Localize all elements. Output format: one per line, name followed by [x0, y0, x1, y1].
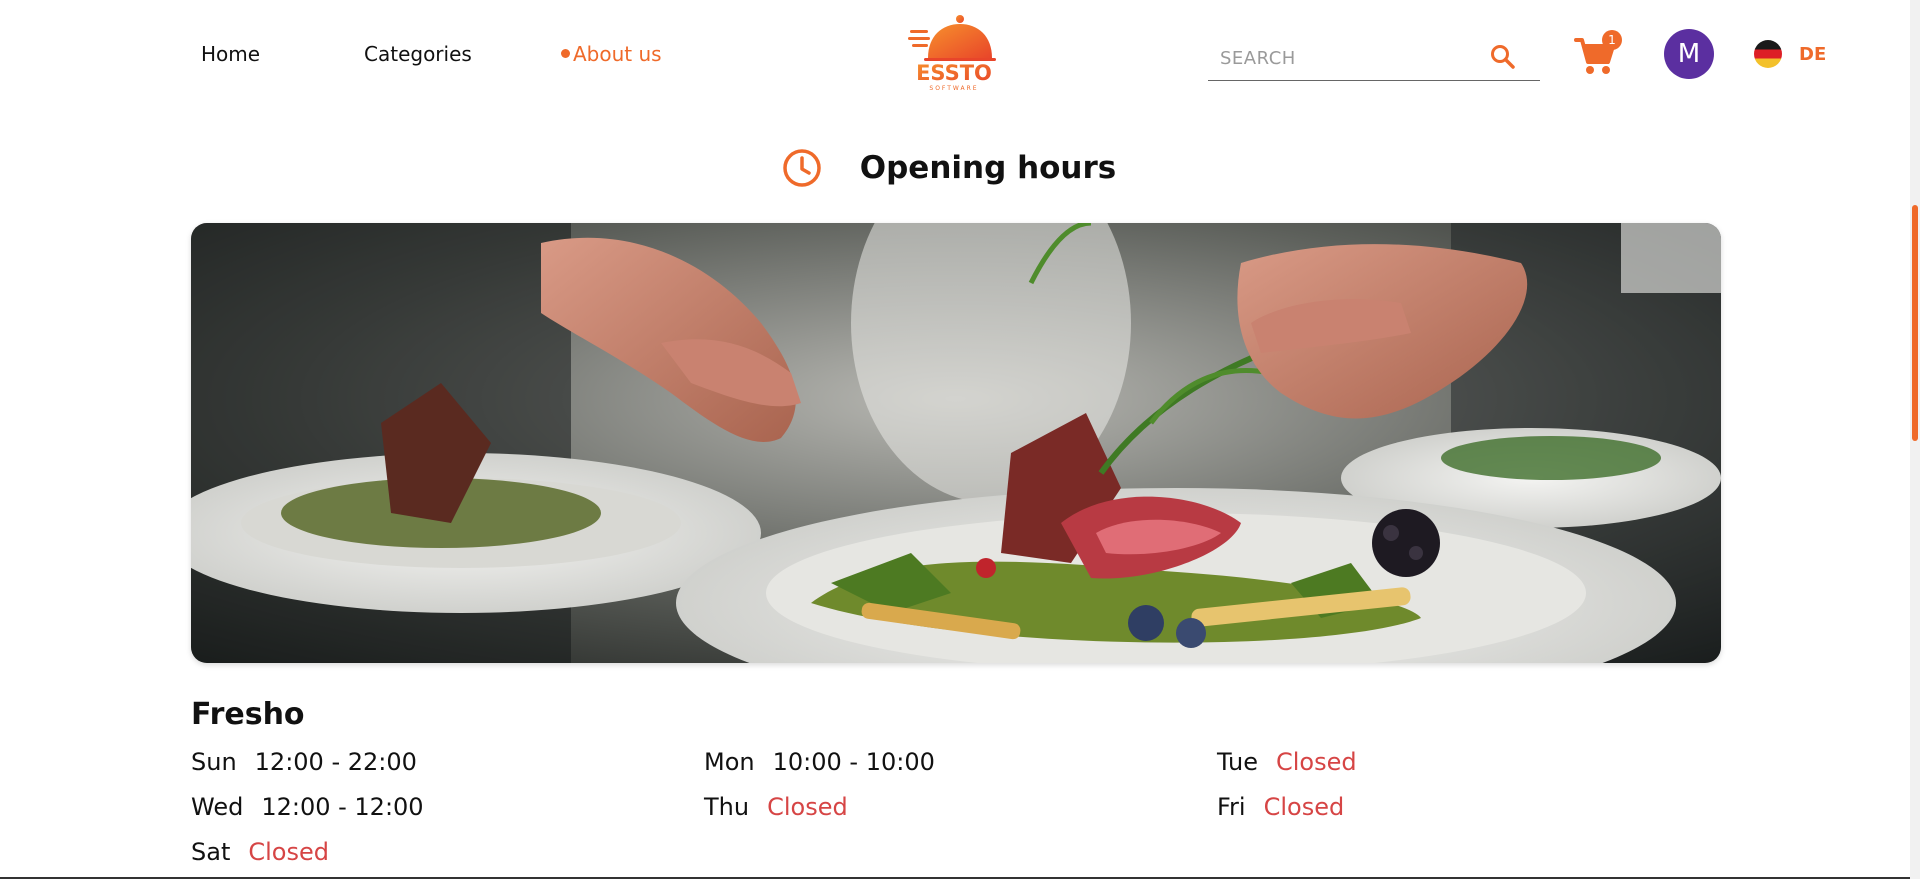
- restaurant-name: Fresho: [191, 697, 305, 732]
- nav-about-us-label: About us: [573, 42, 662, 66]
- hours-row-mon: Mon 10:00 - 10:00: [704, 746, 1217, 779]
- hours-closed: Closed: [248, 838, 329, 866]
- hours-day: Sat: [191, 838, 231, 866]
- hours-day: Wed: [191, 793, 244, 821]
- user-avatar[interactable]: M: [1664, 29, 1714, 79]
- nav-categories[interactable]: Categories: [364, 42, 472, 66]
- hours-closed: Closed: [1263, 793, 1345, 821]
- brand-logo[interactable]: ESSTO SOFTWARE: [908, 14, 1000, 92]
- cart-button[interactable]: 1: [1574, 30, 1624, 76]
- hours-day: Thu: [704, 793, 750, 821]
- opening-hours-list: Sun 12:00 - 22:00 Mon 10:00 - 10:00 Tue Clo…: [191, 746, 1731, 869]
- hours-closed: Closed: [1276, 748, 1357, 776]
- search-input[interactable]: [1218, 42, 1482, 74]
- nav-home[interactable]: Home: [201, 42, 260, 66]
- hours-day: Tue: [1217, 748, 1258, 776]
- hours-day: Fri: [1217, 793, 1246, 821]
- hero-image: [191, 223, 1721, 663]
- hours-day: Mon: [704, 748, 755, 776]
- logo-subtitle: SOFTWARE: [929, 85, 978, 92]
- hours-time: 12:00 - 12:00: [261, 793, 424, 821]
- cart-count-badge: 1: [1602, 30, 1622, 50]
- nav-about-us[interactable]: About us: [561, 42, 662, 66]
- hours-row-thu: Thu Closed: [704, 791, 1217, 824]
- opening-hours-heading: Opening hours: [0, 144, 1910, 192]
- header: Home Categories About us ESSTO SOFTWARE: [0, 0, 1910, 108]
- hours-closed: Closed: [767, 793, 848, 821]
- hours-time: 10:00 - 10:00: [772, 748, 935, 776]
- search-icon[interactable]: [1488, 42, 1518, 72]
- hours-row-tue: Tue Closed: [1217, 746, 1730, 779]
- hours-time: 12:00 - 22:00: [254, 748, 417, 776]
- scrollbar-thumb[interactable]: [1912, 205, 1918, 441]
- page-title: Opening hours: [859, 150, 1117, 186]
- hours-day: Sun: [191, 748, 237, 776]
- page-scrollbar[interactable]: [1910, 0, 1920, 879]
- hours-row-sun: Sun 12:00 - 22:00: [191, 746, 704, 779]
- search-bar: [1208, 34, 1540, 81]
- clock-icon: [782, 148, 822, 188]
- logo-wordmark: ESSTO: [916, 61, 992, 85]
- germany-flag-icon: [1754, 40, 1782, 68]
- hours-row-wed: Wed 12:00 - 12:00: [191, 791, 704, 824]
- active-indicator: [561, 49, 570, 58]
- hours-row-sat: Sat Closed: [191, 836, 704, 869]
- cloche-logo-icon: ESSTO SOFTWARE: [908, 15, 996, 92]
- hours-row-fri: Fri Closed: [1217, 791, 1730, 824]
- language-code: DE: [1799, 44, 1827, 65]
